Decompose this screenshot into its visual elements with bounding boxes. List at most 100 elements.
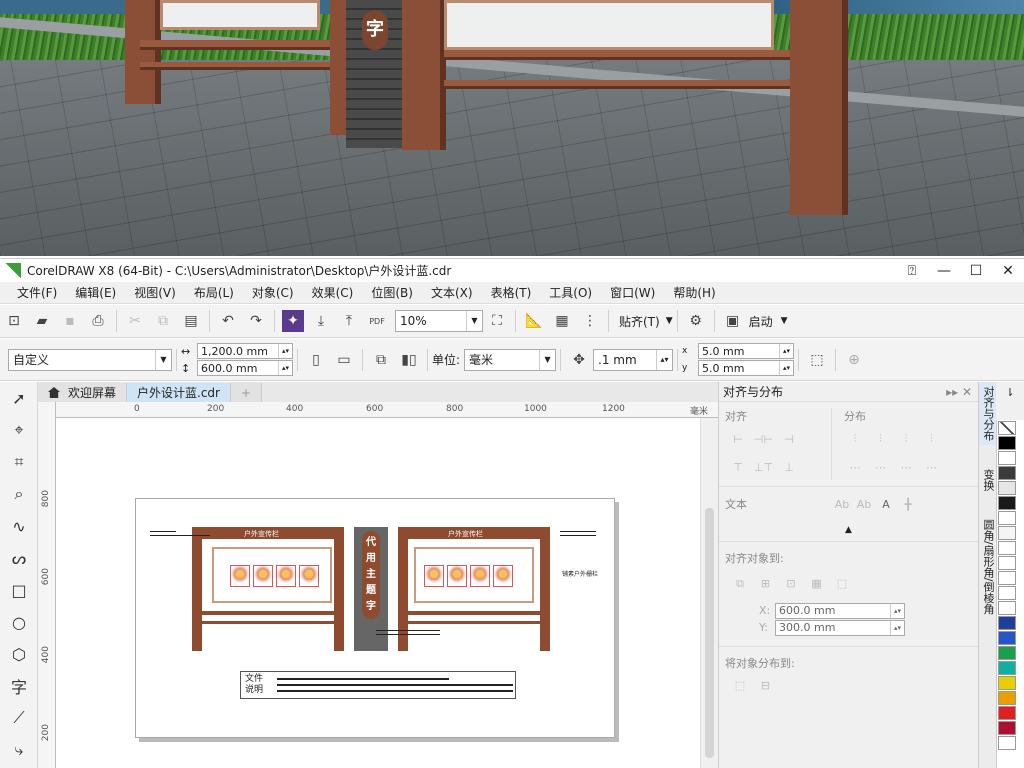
export-icon[interactable]: ⤒	[338, 310, 360, 332]
import-icon[interactable]: ⤓	[310, 310, 332, 332]
show-guidelines-icon[interactable]: ⋮	[579, 310, 601, 332]
sidetab-fillet-scallop-chamfer[interactable]: 圆角/扇形角/倒棱角	[979, 515, 997, 618]
color-swatch[interactable]	[998, 541, 1016, 555]
sidetab-align-distribute[interactable]: 对齐与分布	[979, 382, 997, 445]
align-bottom-icon[interactable]: ⊥	[778, 458, 800, 476]
align-right-icon[interactable]: ⊣	[778, 430, 800, 448]
crop-tool-icon[interactable]: ⌗	[0, 446, 38, 478]
save-icon[interactable]: ▪	[59, 310, 81, 332]
copy-icon[interactable]: ⧉	[152, 310, 174, 332]
search-content-icon[interactable]: ✦	[282, 310, 304, 332]
color-swatch[interactable]	[998, 571, 1016, 585]
chevron-down-icon[interactable]: ▼	[781, 316, 788, 326]
align-top-icon[interactable]: ⊤	[727, 458, 749, 476]
active-objects-icon[interactable]: ⧉	[729, 575, 751, 593]
print-icon[interactable]: ⎙	[87, 310, 109, 332]
color-swatch[interactable]	[998, 466, 1016, 480]
units-select[interactable]: 毫米 ▼	[464, 348, 557, 371]
polygon-tool-icon[interactable]: ⬡	[0, 638, 38, 670]
vertical-ruler[interactable]: 800 600 400 200	[38, 402, 56, 768]
menu-object[interactable]: 对象(C)	[243, 284, 303, 301]
menu-window[interactable]: 窗口(W)	[601, 284, 664, 301]
redo-icon[interactable]: ↷	[245, 310, 267, 332]
color-swatch[interactable]	[998, 631, 1016, 645]
align-center-h-icon[interactable]: ⊣⊢	[753, 430, 775, 448]
menu-effects[interactable]: 效果(C)	[303, 284, 363, 301]
show-rulers-icon[interactable]: 📐	[523, 310, 545, 332]
menu-edit[interactable]: 编辑(E)	[66, 284, 125, 301]
menu-bitmaps[interactable]: 位图(B)	[362, 284, 422, 301]
tab-add-button[interactable]: +	[230, 383, 263, 402]
scrollbar-thumb[interactable]	[705, 508, 714, 758]
zoom-level-select[interactable]: 10% ▼	[395, 310, 483, 332]
color-swatch[interactable]	[998, 646, 1016, 660]
page-center-icon[interactable]: ⊡	[780, 574, 802, 592]
chevron-down-icon[interactable]: ▼	[666, 316, 673, 326]
color-swatch[interactable]	[998, 451, 1016, 465]
menu-help[interactable]: 帮助(H)	[664, 284, 724, 301]
ellipse-tool-icon[interactable]: ○	[0, 606, 38, 638]
color-swatch[interactable]	[998, 721, 1016, 735]
paste-icon[interactable]: ▤	[180, 310, 202, 332]
color-swatch[interactable]	[998, 616, 1016, 630]
parallel-dimension-icon[interactable]: ⟋	[0, 702, 38, 734]
distribute-vspacing-icon[interactable]: ⋯	[895, 458, 917, 476]
page-preset-select[interactable]: 自定义 ▼	[8, 348, 172, 371]
color-swatch[interactable]	[998, 691, 1016, 705]
sidetab-transform[interactable]: 变换	[979, 465, 997, 495]
open-folder-icon[interactable]: ▰	[31, 310, 53, 332]
horizontal-ruler[interactable]: 0 200 400 600 800 1000 1200 毫米	[56, 402, 718, 418]
duplicate-y-input[interactable]: 5.0 mm ▴▾	[698, 360, 795, 376]
menu-table[interactable]: 表格(T)	[482, 284, 541, 301]
menu-view[interactable]: 视图(V)	[125, 284, 185, 301]
no-color-swatch[interactable]	[998, 421, 1016, 435]
spin-arrows-icon[interactable]: ▴▾	[890, 620, 904, 635]
page-edge-icon[interactable]: ⊞	[755, 574, 777, 592]
color-swatch[interactable]	[998, 601, 1016, 615]
menu-file[interactable]: 文件(F)	[8, 284, 66, 301]
distribute-right-icon[interactable]: ⫶	[921, 430, 943, 448]
minimize-button[interactable]: —	[928, 263, 960, 279]
text-outline-icon[interactable]: ╋	[897, 495, 919, 513]
align-x-input[interactable]: 600.0 mm ▴▾	[775, 602, 905, 619]
palette-menu-icon[interactable]: ⇂	[996, 386, 1024, 399]
distribute-center-icon[interactable]: ⫶	[870, 430, 892, 448]
color-swatch[interactable]	[998, 706, 1016, 720]
full-screen-icon[interactable]: ⛶	[486, 310, 508, 332]
launch-menu[interactable]: 启动	[749, 313, 773, 330]
artistic-media-icon[interactable]: ᔕ	[0, 542, 38, 574]
text-bbox-icon[interactable]: A	[875, 495, 897, 513]
all-pages-icon[interactable]: ⧉	[370, 349, 392, 371]
spin-arrows-icon[interactable]: ▴▾	[656, 349, 672, 370]
text-first-line-icon[interactable]: Ab	[831, 495, 853, 513]
collapse-arrow-icon[interactable]: ▲	[719, 525, 978, 535]
new-document-icon[interactable]: ⊡	[3, 310, 25, 332]
distribute-page-icon[interactable]: ⊟	[755, 677, 777, 695]
maximize-button[interactable]: ☐	[960, 263, 992, 279]
distribute-selection-icon[interactable]: ⬚	[729, 677, 751, 695]
page-width-input[interactable]: 1,200.0 mm ▴▾	[197, 343, 293, 359]
spin-arrows-icon[interactable]: ▴▾	[278, 344, 292, 358]
menu-text[interactable]: 文本(X)	[422, 284, 482, 301]
color-swatch[interactable]	[998, 736, 1016, 750]
launch-icon[interactable]: ▣	[722, 310, 744, 332]
align-left-icon[interactable]: ⊢	[727, 430, 749, 448]
docker-close-icon[interactable]: ▸▸ ✕	[946, 385, 972, 399]
menu-layout[interactable]: 布局(L)	[185, 284, 243, 301]
distribute-middle-icon[interactable]: ⋯	[870, 458, 892, 476]
publish-pdf-icon[interactable]: PDF	[366, 310, 388, 332]
tab-welcome-screen[interactable]: 欢迎屏幕	[38, 383, 128, 402]
spin-arrows-icon[interactable]: ▴▾	[779, 361, 793, 375]
duplicate-x-input[interactable]: 5.0 mm ▴▾	[698, 343, 795, 359]
color-swatch[interactable]	[998, 436, 1016, 450]
color-swatch[interactable]	[998, 496, 1016, 510]
landscape-icon[interactable]: ▭	[333, 349, 355, 371]
rectangle-tool-icon[interactable]: □	[0, 574, 38, 606]
spin-arrows-icon[interactable]: ▴▾	[890, 603, 904, 618]
zoom-tool-icon[interactable]: ⌕	[0, 478, 38, 510]
distribute-top-icon[interactable]: ⋯	[844, 458, 866, 476]
shape-tool-icon[interactable]: ⌖	[0, 414, 38, 446]
distribute-spacing-icon[interactable]: ⫶	[895, 430, 917, 448]
drawing-canvas[interactable]: 户外宣传栏 代用主题字 户外宣传栏 铺素户外栅栏 文件说明	[56, 418, 700, 768]
pick-tool-icon[interactable]: ➚	[0, 382, 38, 414]
